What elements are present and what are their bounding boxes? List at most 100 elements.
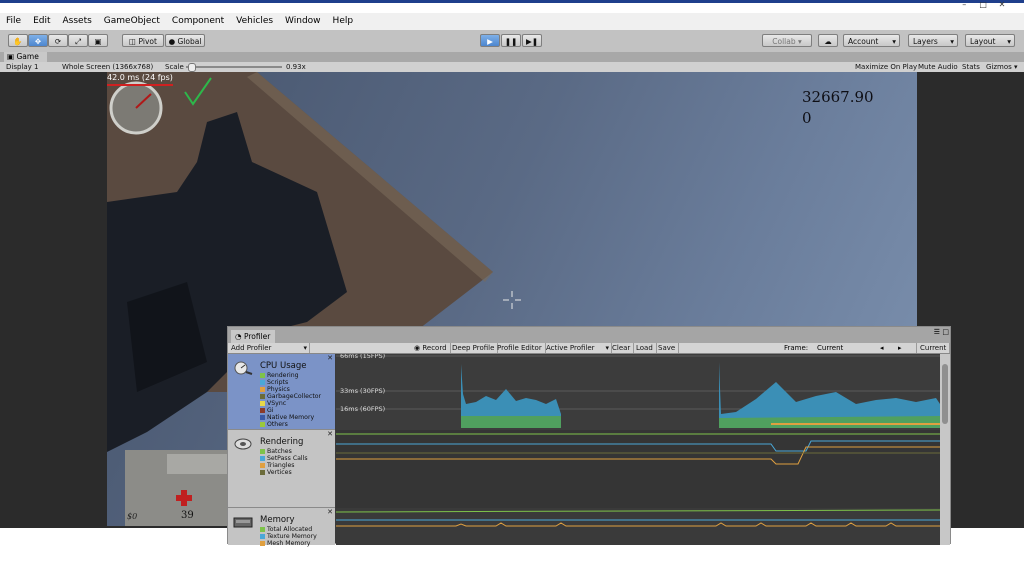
memory-module[interactable]: ✕ Memory Total Allocated Texture Memory … bbox=[228, 508, 335, 547]
legend-swatch bbox=[260, 422, 265, 427]
legend-swatch bbox=[260, 456, 265, 461]
legend-item[interactable]: GarbageCollector bbox=[260, 393, 321, 400]
score-readout: 32667.90 bbox=[802, 88, 874, 106]
rect-tool-icon[interactable]: ▣ bbox=[88, 34, 108, 47]
pause-button[interactable]: ❚❚ bbox=[501, 34, 521, 47]
chevron-left-icon: ◂ bbox=[880, 344, 884, 352]
close-icon[interactable]: ✕ bbox=[327, 354, 333, 362]
cpu-ms-label: 66ms (15FPS) bbox=[340, 354, 385, 360]
load-button[interactable]: Load bbox=[633, 343, 657, 353]
menu-icon[interactable]: ☰ bbox=[934, 328, 940, 336]
close-icon[interactable]: ✕ bbox=[327, 430, 333, 438]
scale-slider-handle[interactable] bbox=[187, 63, 196, 72]
main-toolbar: ✋ ✥ ⟳ ⤢ ▣ ◫ Pivot ● Global ▶ ❚❚ ▶❚ Colla… bbox=[0, 30, 1024, 53]
menu-window[interactable]: Window bbox=[279, 13, 327, 30]
active-profiler-dropdown[interactable]: Active Profiler ▾ bbox=[543, 343, 612, 353]
legend-item[interactable]: Gi bbox=[260, 407, 321, 414]
resolution-select[interactable]: Whole Screen (1366x768) bbox=[62, 62, 153, 72]
legend-item[interactable]: Rendering bbox=[260, 372, 321, 379]
maximize-on-play-toggle[interactable]: Maximize On Play bbox=[855, 62, 917, 72]
menu-assets[interactable]: Assets bbox=[57, 13, 98, 30]
cloud-button[interactable]: ☁ bbox=[818, 34, 838, 47]
profile-editor-toggle[interactable]: Profile Editor bbox=[494, 343, 546, 353]
menu-gameobject[interactable]: GameObject bbox=[98, 13, 166, 30]
clear-button[interactable]: Clear bbox=[609, 343, 635, 353]
legend-item[interactable]: Batches bbox=[260, 448, 308, 455]
rendering-module[interactable]: ✕ Rendering Batches SetPass Calls Triang… bbox=[228, 430, 335, 508]
rotate-tool-icon[interactable]: ⟳ bbox=[48, 34, 68, 47]
legend-swatch bbox=[260, 394, 265, 399]
legend-item[interactable]: Vertices bbox=[260, 469, 308, 476]
layers-dropdown[interactable]: Layers ▾ bbox=[908, 34, 958, 47]
global-toggle[interactable]: ● Global bbox=[165, 34, 205, 47]
scrollbar-thumb[interactable] bbox=[942, 364, 948, 424]
menu-component[interactable]: Component bbox=[166, 13, 230, 30]
profiler-window: ☰ □ ◔ Profiler Add Profiler ▾ ◉ Record De… bbox=[227, 326, 951, 547]
module-title: Memory bbox=[260, 515, 295, 525]
profiler-scrollbar[interactable] bbox=[940, 354, 950, 545]
record-toggle[interactable]: ◉ Record bbox=[411, 343, 451, 353]
deep-profile-toggle[interactable]: Deep Profile bbox=[449, 343, 499, 353]
stats-toggle[interactable]: Stats bbox=[962, 62, 980, 72]
collab-dropdown[interactable]: Collab ▾ bbox=[762, 34, 812, 47]
tab-game[interactable]: ▣ Game bbox=[4, 52, 47, 62]
pivot-toggle[interactable]: ◫ Pivot bbox=[122, 34, 164, 47]
legend-item[interactable]: SetPass Calls bbox=[260, 455, 308, 462]
maximize-icon[interactable]: □ bbox=[942, 328, 949, 336]
hand-tool-icon[interactable]: ✋ bbox=[8, 34, 28, 47]
cpu-usage-module[interactable]: ✕ CPU Usage Rendering Scripts Physics Ga… bbox=[228, 354, 335, 430]
maximize-button[interactable]: □ bbox=[979, 0, 987, 9]
legend-item[interactable]: Native Memory bbox=[260, 414, 321, 421]
game-tab-row bbox=[0, 52, 1024, 62]
module-title: Rendering bbox=[260, 437, 304, 447]
chevron-right-icon: ▸ bbox=[898, 344, 902, 352]
display-select[interactable]: Display 1 bbox=[6, 62, 38, 72]
legend-item[interactable]: Mesh Memory bbox=[260, 540, 317, 547]
profiler-graphs[interactable]: 66ms (15FPS) 33ms (30FPS) 16ms (60FPS) bbox=[336, 354, 940, 545]
legend-swatch bbox=[260, 415, 265, 420]
scale-label: Scale bbox=[165, 63, 184, 71]
fps-bar bbox=[107, 84, 173, 86]
tab-profiler[interactable]: ◔ Profiler bbox=[231, 330, 275, 343]
cpu-icon bbox=[234, 361, 253, 375]
memory-icon bbox=[233, 517, 253, 528]
legend-swatch bbox=[260, 380, 265, 385]
legend-item[interactable]: VSync bbox=[260, 400, 321, 407]
save-button[interactable]: Save bbox=[655, 343, 680, 353]
account-dropdown[interactable]: Account ▾ bbox=[843, 34, 900, 47]
step-button[interactable]: ▶❚ bbox=[522, 34, 542, 47]
scale-tool-icon[interactable]: ⤢ bbox=[68, 34, 88, 47]
menu-help[interactable]: Help bbox=[327, 13, 360, 30]
money-display: $0 bbox=[127, 512, 138, 521]
next-frame-button[interactable]: ▸ bbox=[898, 343, 902, 353]
play-icon: ▶ bbox=[487, 37, 493, 46]
graph-canvas: 66ms (15FPS) 33ms (30FPS) 16ms (60FPS) bbox=[336, 354, 940, 545]
legend-swatch bbox=[260, 373, 265, 378]
legend-item[interactable]: Triangles bbox=[260, 462, 308, 469]
menu-vehicles[interactable]: Vehicles bbox=[230, 13, 279, 30]
layout-dropdown[interactable]: Layout ▾ bbox=[965, 34, 1015, 47]
close-button[interactable]: ✕ bbox=[998, 0, 1006, 9]
scale-slider[interactable] bbox=[186, 63, 282, 72]
current-frame-button[interactable]: Current bbox=[916, 343, 951, 353]
menu-file[interactable]: File bbox=[0, 13, 27, 30]
mute-audio-toggle[interactable]: Mute Audio bbox=[918, 62, 958, 72]
close-icon[interactable]: ✕ bbox=[327, 508, 333, 516]
profiler-icon: ◔ bbox=[235, 332, 244, 341]
play-button[interactable]: ▶ bbox=[480, 34, 500, 47]
gizmos-dropdown[interactable]: Gizmos bbox=[986, 62, 1012, 72]
legend-item[interactable]: Total Allocated bbox=[260, 526, 317, 533]
minimize-button[interactable]: – bbox=[960, 0, 968, 9]
menu-edit[interactable]: Edit bbox=[27, 13, 56, 30]
move-tool-icon[interactable]: ✥ bbox=[28, 34, 48, 47]
legend-item[interactable]: Texture Memory bbox=[260, 533, 317, 540]
secondary-readout: 0 bbox=[802, 109, 812, 127]
cloud-icon: ☁ bbox=[824, 37, 832, 46]
prev-frame-button[interactable]: ◂ bbox=[880, 343, 884, 353]
add-profiler-dropdown[interactable]: Add Profiler ▾ bbox=[228, 343, 310, 353]
legend-item[interactable]: Others bbox=[260, 421, 321, 428]
legend-item[interactable]: Scripts bbox=[260, 379, 321, 386]
cpu-ms-label: 16ms (60FPS) bbox=[340, 405, 385, 413]
crosshair-icon bbox=[503, 291, 521, 309]
legend-item[interactable]: Physics bbox=[260, 386, 321, 393]
